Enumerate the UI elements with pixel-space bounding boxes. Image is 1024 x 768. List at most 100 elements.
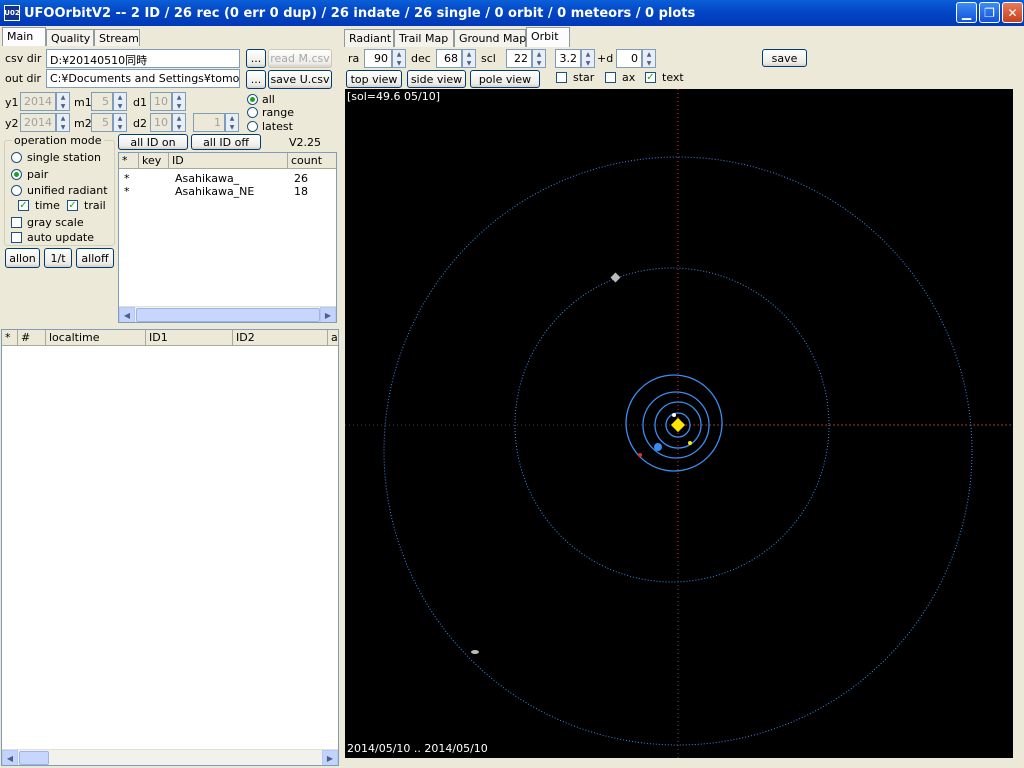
out-dir-input[interactable]: C:¥Documents and Settings¥tomohiko bbox=[46, 69, 240, 88]
spin-down-icon: ▼ bbox=[585, 59, 591, 67]
m2-input[interactable]: 5 bbox=[91, 113, 113, 132]
alloff-button[interactable]: alloff bbox=[76, 248, 114, 268]
row-star: * bbox=[124, 172, 130, 185]
spin-down-icon: ▼ bbox=[466, 59, 472, 67]
y1-label: y1 bbox=[5, 96, 19, 109]
gray-scale-checkbox[interactable] bbox=[11, 217, 22, 228]
y2-input[interactable]: 2014 bbox=[20, 113, 56, 132]
tab-quality[interactable]: Quality bbox=[46, 29, 94, 47]
pole-view-button[interactable]: pole view bbox=[470, 70, 540, 88]
meteor-header-a[interactable]: a bbox=[328, 330, 338, 346]
d2-spinner[interactable]: ▲ ▼ bbox=[172, 113, 186, 132]
id-list-header-id[interactable]: ID bbox=[169, 153, 288, 169]
save-ucsv-button[interactable]: save U.csv bbox=[268, 70, 332, 89]
title-bar[interactable]: U02 UFOOrbitV2 -- 2 ID / 26 rec (0 err 0… bbox=[0, 0, 1024, 26]
tab-radiant[interactable]: Radiant bbox=[344, 29, 394, 47]
scroll-right-icon[interactable]: ▶ bbox=[322, 750, 338, 765]
all-id-on-button[interactable]: all ID on bbox=[118, 134, 188, 150]
m1-input[interactable]: 5 bbox=[91, 92, 113, 111]
dec-spinner[interactable]: ▲ ▼ bbox=[462, 49, 476, 68]
d1-input[interactable]: 10 bbox=[150, 92, 172, 111]
id-list[interactable]: * key ID count * Asahikawa_ 26 * Asahika… bbox=[118, 152, 337, 323]
id-list-header-key[interactable]: key bbox=[139, 153, 169, 169]
d2-input[interactable]: 0 bbox=[616, 49, 642, 68]
minimize-button[interactable]: ▁ bbox=[956, 2, 977, 23]
trail-checkbox[interactable]: ✓ bbox=[67, 200, 78, 211]
d2-input[interactable]: 10 bbox=[150, 113, 172, 132]
csv-dir-browse-button[interactable]: ... bbox=[246, 49, 266, 68]
range-range-radio[interactable] bbox=[247, 107, 258, 118]
d-input[interactable]: 3.2 bbox=[555, 49, 581, 68]
version-label: V2.25 bbox=[289, 136, 322, 149]
scroll-right-icon[interactable]: ▶ bbox=[320, 307, 336, 322]
tab-main[interactable]: Main bbox=[2, 27, 46, 47]
tab-trail-map[interactable]: Trail Map bbox=[394, 29, 454, 47]
restore-button[interactable]: ❐ bbox=[979, 2, 1000, 23]
y1-input[interactable]: 2014 bbox=[20, 92, 56, 111]
spin-down-icon: ▼ bbox=[117, 102, 123, 110]
side-view-button[interactable]: side view bbox=[407, 70, 466, 88]
scroll-thumb[interactable] bbox=[19, 751, 49, 765]
m1-spinner[interactable]: ▲ ▼ bbox=[113, 92, 127, 111]
scroll-left-icon[interactable]: ◀ bbox=[119, 307, 135, 322]
tab-stream[interactable]: Stream bbox=[94, 29, 140, 47]
close-icon: ✕ bbox=[1007, 5, 1018, 20]
y1-spinner[interactable]: ▲ ▼ bbox=[56, 92, 70, 111]
y2-spinner[interactable]: ▲ ▼ bbox=[56, 113, 70, 132]
range-latest-radio[interactable] bbox=[247, 121, 258, 132]
time-checkbox[interactable]: ✓ bbox=[18, 200, 29, 211]
scl-spinner[interactable]: ▲ ▼ bbox=[532, 49, 546, 68]
m2-spinner[interactable]: ▲ ▼ bbox=[113, 113, 127, 132]
read-mcsv-button[interactable]: read M.csv bbox=[268, 49, 332, 68]
text-checkbox[interactable]: ✓ bbox=[645, 72, 656, 83]
d1-spinner[interactable]: ▲ ▼ bbox=[172, 92, 186, 111]
row-id: Asahikawa_ bbox=[175, 172, 240, 185]
mode-single-station-radio[interactable] bbox=[11, 152, 22, 163]
orbit-view[interactable]: [sol=49.6 05/10] 2014/05/10 .. 2014/05/1… bbox=[345, 89, 1013, 758]
csv-dir-input[interactable]: D:¥20140510同時 bbox=[46, 49, 240, 68]
mode-unified-radiant-radio[interactable] bbox=[11, 185, 22, 196]
out-dir-browse-button[interactable]: ... bbox=[246, 70, 266, 89]
latest-count-spinner[interactable]: ▲ ▼ bbox=[225, 113, 239, 132]
save-button[interactable]: save bbox=[762, 49, 807, 67]
meteor-header-localtime[interactable]: localtime bbox=[46, 330, 146, 346]
d2-spinner[interactable]: ▲ ▼ bbox=[642, 49, 656, 68]
meteor-header-number[interactable]: # bbox=[18, 330, 46, 346]
mode-pair-radio[interactable] bbox=[11, 169, 22, 180]
meteor-list[interactable]: * # localtime ID1 ID2 a ◀ ▶ bbox=[1, 329, 339, 766]
allon-button[interactable]: allon bbox=[5, 248, 40, 268]
ra-input[interactable]: 90 bbox=[364, 49, 392, 68]
latest-count-input[interactable]: 1 bbox=[193, 113, 225, 132]
top-view-button[interactable]: top view bbox=[346, 70, 402, 88]
spin-up-icon: ▲ bbox=[536, 50, 542, 58]
id-list-scrollbar[interactable]: ◀ ▶ bbox=[119, 306, 336, 322]
ax-checkbox[interactable] bbox=[605, 72, 616, 83]
meteor-header-id1[interactable]: ID1 bbox=[146, 330, 233, 346]
row-star: * bbox=[124, 185, 130, 198]
all-id-off-button[interactable]: all ID off bbox=[191, 134, 261, 150]
mercury-planet bbox=[672, 413, 676, 417]
scroll-thumb[interactable] bbox=[136, 308, 320, 322]
dec-label: dec bbox=[411, 52, 431, 65]
tab-ground-map[interactable]: Ground Map bbox=[454, 29, 526, 47]
spin-down-icon: ▼ bbox=[60, 102, 66, 110]
dec-input[interactable]: 68 bbox=[436, 49, 462, 68]
spin-up-icon: ▲ bbox=[646, 50, 652, 58]
id-list-header-count[interactable]: count bbox=[288, 153, 336, 169]
d-spinner[interactable]: ▲ ▼ bbox=[581, 49, 595, 68]
star-checkbox[interactable] bbox=[556, 72, 567, 83]
invert-button[interactable]: 1/t bbox=[44, 248, 72, 268]
ra-spinner[interactable]: ▲ ▼ bbox=[392, 49, 406, 68]
id-list-header-star[interactable]: * bbox=[119, 153, 139, 169]
meteor-header-star[interactable]: * bbox=[2, 330, 18, 346]
range-all-radio[interactable] bbox=[247, 94, 258, 105]
scl-input[interactable]: 22 bbox=[506, 49, 532, 68]
auto-update-checkbox[interactable] bbox=[11, 232, 22, 243]
operation-mode-label: operation mode bbox=[12, 134, 104, 147]
meteor-list-scrollbar[interactable]: ◀ ▶ bbox=[2, 749, 338, 765]
tab-orbit[interactable]: Orbit bbox=[526, 27, 570, 47]
earth-planet bbox=[654, 443, 662, 451]
close-button[interactable]: ✕ bbox=[1002, 2, 1023, 23]
scroll-left-icon[interactable]: ◀ bbox=[2, 750, 18, 765]
meteor-header-id2[interactable]: ID2 bbox=[233, 330, 328, 346]
